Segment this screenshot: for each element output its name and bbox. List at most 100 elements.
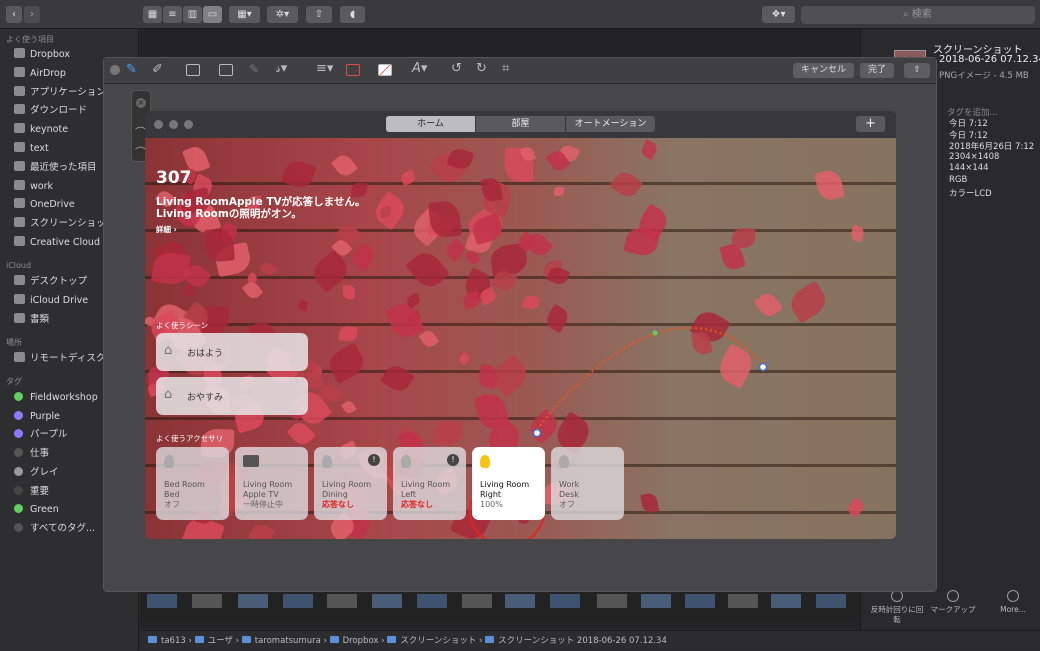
tag-color-dot	[14, 429, 23, 439]
sidebar-item-label: 重要	[30, 485, 50, 497]
accessories-header: よく使うアクセサリ	[156, 434, 224, 443]
tab-automation[interactable]: オートメーション	[566, 116, 655, 132]
accessory-tile-1[interactable]: Living Room Apple TV 一時停止中	[235, 447, 308, 520]
alert-icon: !	[368, 454, 380, 466]
accessory-room: Bed Room	[164, 480, 205, 489]
gallery-view-button[interactable]: ▭	[203, 6, 222, 23]
done-button[interactable]: 完了	[860, 63, 894, 78]
border-color-icon[interactable]	[346, 64, 360, 76]
filmstrip-thumbnail[interactable]	[417, 594, 447, 608]
search-input[interactable]: ⌕ 検索	[801, 6, 1035, 24]
filmstrip-thumbnail[interactable]	[550, 594, 580, 608]
folder-icon	[14, 142, 25, 152]
path-separator: ›	[378, 636, 388, 646]
tag-button[interactable]: ◖	[340, 6, 365, 23]
crop-icon[interactable]: ⌗	[502, 61, 509, 76]
accessory-tile-2[interactable]: ! Living Room Dining 応答なし	[314, 447, 387, 520]
sidebar-item-label: Fieldworkshop	[30, 392, 98, 403]
search-icon: ⌕	[903, 9, 912, 20]
filmstrip-thumbnail[interactable]	[641, 594, 671, 608]
sidebar-item-label: 最近使った項目	[30, 161, 97, 173]
path-component[interactable]: ユーザ	[208, 636, 233, 646]
filmstrip-thumbnail[interactable]	[816, 594, 846, 608]
filmstrip-thumbnail[interactable]	[147, 594, 177, 608]
markup-share-button[interactable]: ⇧	[904, 63, 930, 78]
fill-color-icon[interactable]	[378, 64, 392, 76]
sidebar-item-label: keynote	[30, 124, 69, 136]
inspector-action-1[interactable]: マークアップ	[925, 590, 981, 615]
rotate-right-icon[interactable]: ↻	[476, 61, 487, 76]
inspector-action-2[interactable]: More...	[985, 590, 1040, 615]
tab-rooms[interactable]: 部屋	[476, 116, 565, 132]
draw-icon[interactable]: ✐	[152, 62, 163, 77]
sidebar-item-label: iCloud Drive	[30, 295, 89, 306]
inspector-action-0[interactable]: 反時計回りに回転	[869, 590, 925, 625]
sidebar-item-label: パープル	[30, 429, 68, 441]
close-icon[interactable]	[110, 65, 120, 75]
text-icon[interactable]	[219, 64, 233, 76]
path-separator: ›	[232, 636, 242, 646]
forward-button[interactable]: ›	[24, 6, 40, 23]
share-button[interactable]: ⇧	[306, 6, 332, 23]
path-component[interactable]: ta613	[161, 636, 186, 646]
folder-icon	[14, 313, 25, 323]
accessory-status: 応答なし	[401, 500, 433, 509]
sketch-pen-icon[interactable]: ✎	[126, 62, 137, 77]
shapes-icon[interactable]	[186, 64, 200, 76]
filmstrip-thumbnail[interactable]	[771, 594, 801, 608]
path-component[interactable]: Dropbox	[343, 636, 379, 646]
filmstrip-thumbnail[interactable]	[505, 594, 535, 608]
accessory-tile-3[interactable]: ! Living Room Left 応答なし	[393, 447, 466, 520]
rotate-left-icon[interactable]: ↺	[451, 61, 462, 76]
line-style-icon[interactable]: ≡▾	[316, 61, 333, 76]
sidebar-item-label: Dropbox	[30, 49, 71, 60]
list-view-button[interactable]: ≡	[163, 6, 182, 23]
lightbulb-icon	[480, 455, 490, 468]
action-gear-button[interactable]: ✲▾	[267, 6, 298, 23]
scene-morning[interactable]: ⌂ おはよう	[156, 333, 308, 371]
filmstrip-thumbnail[interactable]	[685, 594, 715, 608]
tag-color-dot	[14, 522, 23, 532]
sidebar-item-label: デスクトップ	[30, 276, 88, 287]
highlight-icon[interactable]: ✎	[249, 62, 259, 76]
filmstrip-thumbnail[interactable]	[238, 594, 268, 608]
accessory-tile-4[interactable]: Living Room Right 100%	[472, 447, 545, 520]
dismiss-icon[interactable]: ×	[136, 98, 146, 108]
folder-icon	[14, 66, 25, 77]
path-separator: ›	[185, 636, 195, 646]
filmstrip-thumbnail[interactable]	[462, 594, 492, 608]
accessory-tile-5[interactable]: Work Desk オフ	[551, 447, 624, 520]
group-button[interactable]: ▦▾	[229, 6, 260, 23]
filmstrip-thumbnail[interactable]	[192, 594, 222, 608]
lightbulb-icon	[559, 455, 569, 468]
add-button[interactable]: +	[856, 116, 885, 132]
sign-icon[interactable]: 𝓈▾	[276, 61, 287, 76]
filmstrip-thumbnail[interactable]	[597, 594, 627, 608]
tab-home[interactable]: ホーム	[386, 116, 475, 132]
path-separator: ›	[476, 636, 486, 646]
scene-night[interactable]: ⌂ おやすみ	[156, 377, 308, 415]
sidebar-item-label: AirDrop	[30, 67, 66, 79]
filmstrip-thumbnail[interactable]	[728, 594, 758, 608]
text-style-icon[interactable]: A▾	[412, 61, 427, 76]
sunrise-house-icon: ⌂	[164, 343, 173, 358]
accessory-name: Desk	[559, 490, 579, 499]
path-component[interactable]: スクリーンショット	[400, 636, 476, 646]
cancel-button[interactable]: キャンセル	[793, 63, 854, 78]
path-component[interactable]: taromatsumura	[255, 636, 321, 646]
path-component[interactable]: スクリーンショット 2018-06-26 07.12.34	[498, 636, 667, 646]
window-zoom-icon[interactable]	[184, 120, 193, 129]
dropbox-button[interactable]: ❖▾	[762, 6, 795, 23]
icon-view-button[interactable]: ▦	[143, 6, 162, 23]
back-button[interactable]: ‹	[6, 6, 22, 23]
column-view-button[interactable]: ▥	[183, 6, 202, 23]
window-minimize-icon[interactable]	[169, 120, 178, 129]
filmstrip-thumbnail[interactable]	[327, 594, 357, 608]
filmstrip-thumbnail[interactable]	[372, 594, 402, 608]
accessory-tile-0[interactable]: Bed Room Bed オフ	[156, 447, 229, 520]
details-link[interactable]: 詳細 ›	[156, 224, 177, 235]
filmstrip-thumbnail[interactable]	[283, 594, 313, 608]
window-close-icon[interactable]	[154, 120, 163, 129]
tag-color-dot	[14, 392, 23, 401]
sidebar-item-label: work	[30, 180, 53, 192]
